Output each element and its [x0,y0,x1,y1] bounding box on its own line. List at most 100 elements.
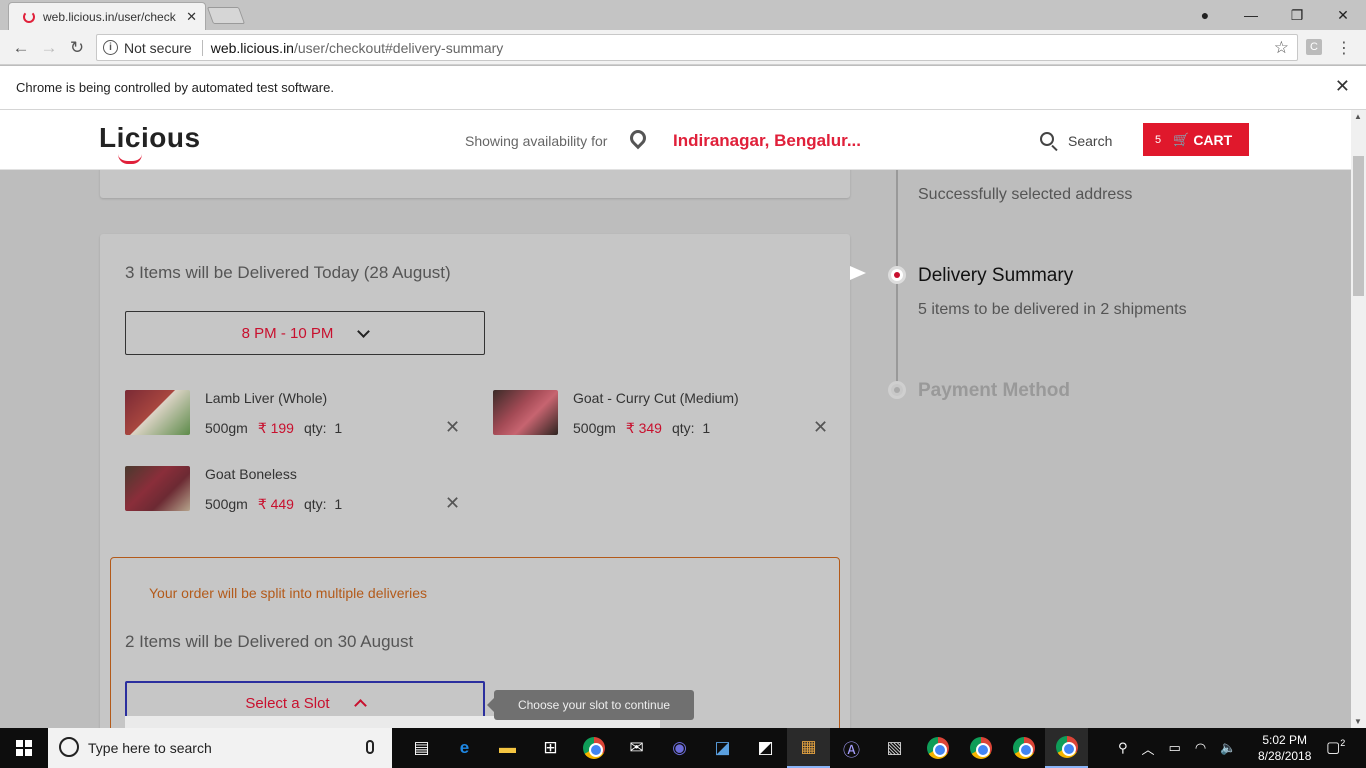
search-icon[interactable] [1040,132,1054,146]
item-qty: 1 [334,496,343,512]
chrome-app-icon-4[interactable] [1002,728,1045,768]
chrome-menu-icon[interactable]: ⋮ [1336,38,1352,58]
sticky-notes-icon[interactable]: ◩ [744,728,787,768]
close-window-button[interactable]: ✕ [1320,0,1366,30]
security-label: Not secure [124,39,192,56]
item-price: ₹ 199 [257,420,294,436]
scroll-down-icon[interactable]: ▼ [1354,717,1362,726]
shipment-1-title: 3 Items will be Delivered Today (28 Augu… [125,263,451,282]
item-name: Goat - Curry Cut (Medium) [573,390,739,406]
minimize-button[interactable]: — [1228,0,1274,30]
browser-tab[interactable]: web.licious.in/user/check ✕ [8,2,206,30]
taskbar-search-box[interactable]: Type here to search [48,728,392,768]
chrome-logo-icon [1055,736,1078,758]
page-scrollbar[interactable]: ▲ ▼ [1351,110,1366,728]
address-bar[interactable]: i Not secure web.licious.in /user/checko… [96,34,1298,61]
omnibox-divider [201,39,203,56]
item-name: Goat Boneless [205,466,297,482]
item-price: ₹ 349 [625,420,662,436]
location-selector[interactable]: Indiranagar, Bengalur... [673,131,861,151]
chrome-app-icon-3[interactable] [959,728,1002,768]
site-header: Licious Showing availability for Indiran… [0,110,1351,170]
url-path: /user/checkout#delivery-summary [293,39,504,56]
show-hidden-icons-chevron-icon[interactable]: ︿ [1142,739,1155,758]
inactive-step-dot-icon [888,381,906,399]
info-icon[interactable]: i [103,40,118,55]
item-price: ₹ 449 [257,496,294,512]
item-weight: 500gm [573,420,616,436]
windows-taskbar: Type here to search ▤ e ▬ ⊞ ✉ ◉ ◪ ◩ ▦ Ⓐ … [0,728,1366,768]
browser-tab-strip: web.licious.in/user/check ✕ ● — ❐ ✕ [0,0,1366,30]
task-view-icon[interactable]: ▤ [400,728,443,768]
licious-logo[interactable]: Licious [99,122,201,154]
remove-item-icon[interactable]: ✕ [813,417,828,438]
item-name: Lamb Liver (Whole) [205,390,328,406]
people-icon[interactable]: ⚲ [1118,740,1128,756]
product-image [493,390,558,435]
mail-icon[interactable]: ✉ [615,728,658,768]
licious-favicon-icon [23,10,35,23]
forward-arrow-icon[interactable]: → [38,37,60,59]
mysql-workbench-icon[interactable]: ◪ [701,728,744,768]
scroll-thumb[interactable] [1353,156,1364,296]
battery-icon[interactable]: ▭ [1169,740,1181,756]
location-pin-icon[interactable] [626,126,650,150]
edge-icon[interactable]: e [443,728,486,768]
search-link[interactable]: Search [1068,133,1112,149]
taskbar-apps: ▤ e ▬ ⊞ ✉ ◉ ◪ ◩ ▦ Ⓐ ▧ [400,728,1088,768]
cortana-icon[interactable] [59,737,79,757]
system-tray: ⚲ ︿ ▭ ◠ 🔈 [1118,728,1236,768]
window-controls: ● — ❐ ✕ [1182,0,1366,30]
restore-button[interactable]: ❐ [1274,0,1320,30]
cart-button[interactable]: 5 🛒 CART [1143,123,1249,156]
cart-label: CART [1193,131,1233,148]
game-app-icon[interactable]: ▦ [787,728,830,768]
chrome-app-icon[interactable] [572,728,615,768]
url-host: web.licious.in [210,39,294,56]
store-icon[interactable]: ⊞ [529,728,572,768]
notification-center-icon[interactable]: ▢2 [1326,738,1345,756]
item-meta: 500gm ₹ 199 qty: 1 [205,420,342,437]
qty-label: qty: [303,420,327,436]
clock-time: 5:02 PM [1262,733,1308,747]
delivery-step-title[interactable]: Delivery Summary [918,265,1073,287]
tab-close-icon[interactable]: ✕ [186,9,197,25]
slot-tooltip: Choose your slot to continue [487,690,694,720]
new-tab-button[interactable] [206,7,246,24]
chrome-logo-icon [582,737,605,759]
extension-icon[interactable]: C [1306,39,1322,55]
infobar-close-icon[interactable]: ✕ [1335,76,1350,97]
bookmark-star-icon[interactable]: ☆ [1274,38,1289,58]
shipment-1-slot-select[interactable]: 8 PM - 10 PM [125,311,485,355]
cart-icon: 🛒 [1173,131,1190,147]
scroll-up-icon[interactable]: ▲ [1354,112,1362,121]
checkout-page: Licious Showing availability for Indiran… [0,110,1351,728]
remove-item-icon[interactable]: ✕ [445,493,460,514]
taskbar-search-placeholder: Type here to search [88,740,212,756]
notepad-icon[interactable]: ▧ [873,728,916,768]
delivery-step-subtitle: 5 items to be delivered in 2 shipments [918,301,1187,318]
chrome-app-icon-2[interactable] [916,728,959,768]
wifi-icon[interactable]: ◠ [1195,740,1206,756]
cart-count-badge: 5 [1155,133,1162,146]
address-step-subtitle: Successfully selected address [918,186,1133,203]
slot-value: 8 PM - 10 PM [241,324,334,342]
chrome-logo-icon [926,737,949,759]
back-arrow-icon[interactable]: ← [10,37,32,59]
volume-icon[interactable]: 🔈 [1220,740,1236,756]
profile-icon[interactable]: ● [1182,0,1228,30]
windows-start-icon[interactable] [16,740,32,756]
reload-icon[interactable]: ↻ [66,37,88,59]
chrome-app-icon-5[interactable] [1045,728,1088,768]
file-explorer-icon[interactable]: ▬ [486,728,529,768]
active-step-dot-icon [888,266,906,284]
cart-item: Goat Boneless 500gm ₹ 449 qty: 1 ✕ [125,466,465,516]
product-image [125,390,190,435]
qty-label: qty: [671,420,695,436]
eclipse-icon[interactable]: ◉ [658,728,701,768]
remove-item-icon[interactable]: ✕ [445,417,460,438]
taskbar-clock[interactable]: 5:02 PM 8/28/2018 [1258,732,1311,764]
android-studio-icon[interactable]: Ⓐ [830,728,873,768]
microphone-icon[interactable] [366,740,374,754]
browser-toolbar: ← → ↻ i Not secure web.licious.in /user/… [0,30,1366,65]
